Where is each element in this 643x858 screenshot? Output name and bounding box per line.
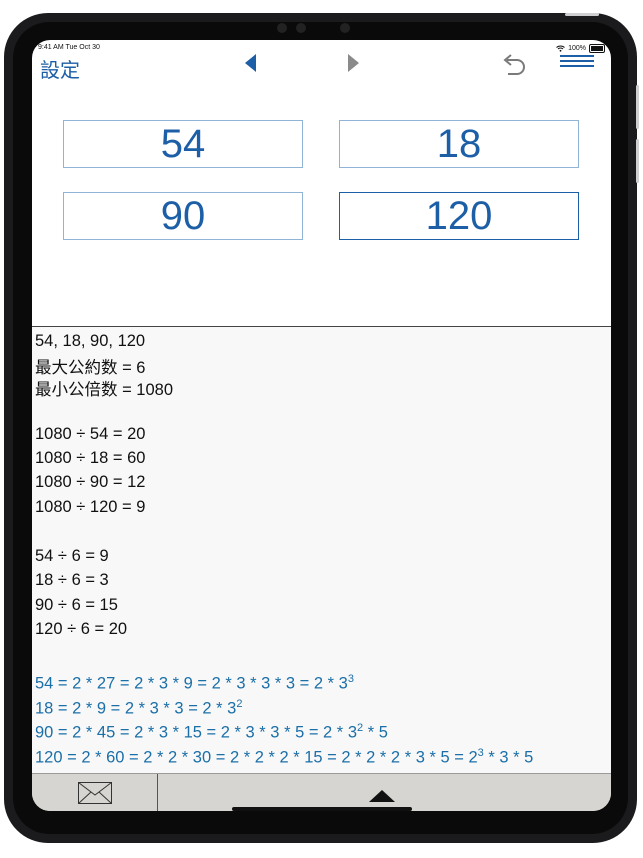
gcd-division-line: 90 ÷ 6 = 15 [35, 596, 118, 614]
app-screen: 9:41 AM Tue Oct 30 100% 設定 54 18 90 120 … [32, 40, 611, 811]
battery-icon [589, 44, 605, 53]
lcm-division-line: 1080 ÷ 54 = 20 [35, 425, 146, 443]
lcm-division-line: 1080 ÷ 18 = 60 [35, 449, 146, 467]
gcd-line: 最大公約数 = 6 [35, 359, 146, 377]
lcm-line: 最小公倍数 = 1080 [35, 381, 174, 399]
settings-button[interactable]: 設定 [40, 54, 80, 83]
factorization-text: 90 = 2 * 45 = 2 * 3 * 15 = 2 * 3 * 3 * 5… [35, 723, 357, 742]
factorization-text: 54 = 2 * 27 = 2 * 3 * 9 = 2 * 3 * 3 * 3 … [35, 674, 348, 693]
gcd-division-line: 54 ÷ 6 = 9 [35, 547, 109, 565]
factorization-tail: * 5 [363, 723, 388, 742]
factorization-line: 90 = 2 * 45 = 2 * 3 * 15 = 2 * 3 * 3 * 5… [35, 722, 388, 743]
status-time: 9:41 AM Tue Oct 30 [38, 44, 100, 51]
status-right: 100% [556, 44, 605, 53]
sensor-dot [340, 23, 350, 33]
result-header: 54, 18, 90, 120 [35, 332, 146, 350]
envelope-icon [78, 782, 112, 804]
volume-down-button [636, 139, 639, 183]
lcm-division-line: 1080 ÷ 120 = 9 [35, 498, 146, 516]
factorization-text: 120 = 2 * 60 = 2 * 2 * 30 = 2 * 2 * 2 * … [35, 748, 478, 767]
factorization-tail: * 3 * 5 [483, 748, 534, 767]
volume-up-button [636, 85, 639, 129]
home-indicator [232, 807, 412, 811]
gcd-division-line: 18 ÷ 6 = 3 [35, 571, 109, 589]
camera-dot [296, 23, 306, 33]
mail-button[interactable] [32, 774, 158, 811]
exponent: 3 [347, 673, 354, 685]
hamburger-menu-icon[interactable] [560, 55, 594, 71]
number-input-1[interactable]: 54 [63, 120, 303, 168]
top-button [565, 13, 599, 16]
number-input-2[interactable]: 18 [339, 120, 579, 168]
sensor-dot [277, 23, 287, 33]
number-input-3[interactable]: 90 [63, 192, 303, 240]
triangle-up-icon[interactable] [369, 790, 395, 802]
gcd-division-line: 120 ÷ 6 = 20 [35, 620, 128, 638]
triangle-left-icon[interactable] [245, 54, 256, 72]
undo-arrow-icon[interactable] [500, 52, 528, 78]
bottom-bar [32, 773, 611, 811]
exponent: 2 [236, 698, 243, 710]
number-input-4[interactable]: 120 [339, 192, 579, 240]
factorization-line: 54 = 2 * 27 = 2 * 3 * 9 = 2 * 3 * 3 * 3 … [35, 673, 354, 694]
lcm-division-line: 1080 ÷ 90 = 12 [35, 473, 146, 491]
triangle-right-icon[interactable] [348, 54, 359, 72]
wifi-icon [556, 45, 565, 52]
factorization-line: 120 = 2 * 60 = 2 * 2 * 30 = 2 * 2 * 2 * … [35, 747, 533, 768]
result-panel: 54, 18, 90, 120 最大公約数 = 6 最小公倍数 = 1080 1… [32, 327, 611, 773]
factorization-text: 18 = 2 * 9 = 2 * 3 * 3 = 2 * 3 [35, 699, 237, 718]
battery-percent: 100% [568, 45, 586, 52]
factorization-line: 18 = 2 * 9 = 2 * 3 * 3 = 2 * 32 [35, 698, 243, 719]
